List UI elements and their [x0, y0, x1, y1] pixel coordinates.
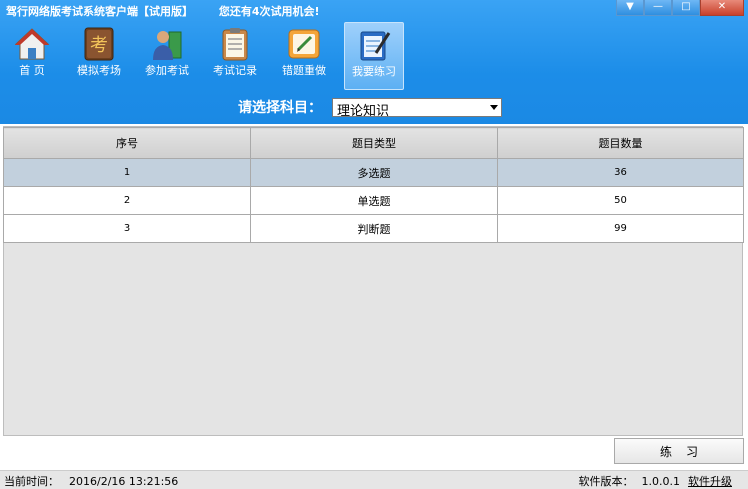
trial-notice: 您还有4次试用机会!	[218, 5, 320, 18]
nav-take-exam-label: 参加考试	[145, 64, 189, 77]
close-button[interactable]: ✕	[700, 0, 744, 16]
cell-type: 判断题	[250, 214, 498, 243]
paper-pencil-icon	[286, 26, 322, 62]
time-value: 2016/2/16 13:21:56	[69, 475, 179, 488]
time-label: 当前时间：	[4, 475, 59, 488]
nav-mock-exam-label: 模拟考场	[77, 64, 121, 77]
version-info: 软件版本： 1.0.0.1 软件升级	[579, 473, 732, 489]
nav-practice[interactable]: 我要练习	[344, 22, 404, 90]
nav-home[interactable]: 首 页	[3, 22, 61, 88]
cell-count: 50	[497, 186, 744, 215]
cell-no: 2	[3, 186, 251, 215]
exam-book-icon: 考	[81, 26, 117, 62]
window-controls: ▼ — □ ✕	[616, 0, 744, 16]
column-header-count[interactable]: 题目数量	[497, 127, 744, 159]
table-row[interactable]: 1 多选题 36	[3, 158, 744, 187]
status-bar: 当前时间： 2016/2/16 13:21:56 软件版本： 1.0.0.1 软件升级	[0, 470, 748, 489]
home-icon	[14, 26, 50, 62]
table-row[interactable]: 3 判断题 99	[3, 214, 744, 243]
nav-redo-wrong-label: 错题重做	[282, 64, 326, 77]
cell-count: 36	[497, 158, 744, 187]
question-table-panel: 序号 题目类型 题目数量 1 多选题 36 2 单选题 50 3 判断题 99	[3, 126, 744, 436]
version-label: 软件版本：	[578, 475, 634, 488]
window-title: 驾行网络版考试系统客户端【试用版】 您还有4次试用机会!	[6, 3, 320, 19]
table-header-row: 序号 题目类型 题目数量	[3, 127, 744, 159]
cell-no: 1	[3, 158, 251, 187]
column-header-no[interactable]: 序号	[3, 127, 251, 159]
nav-practice-label: 我要练习	[352, 65, 396, 78]
subject-dropdown[interactable]: 理论知识	[332, 97, 502, 119]
minimize-button[interactable]: —	[644, 0, 672, 16]
subject-selector: 请选择科目： 理论知识	[238, 97, 502, 119]
app-title: 驾行网络版考试系统客户端【试用版】	[6, 5, 193, 18]
subject-dropdown-value: 理论知识	[337, 103, 390, 119]
cell-type: 单选题	[250, 186, 498, 215]
nav-home-label: 首 页	[19, 64, 45, 77]
nav-redo-wrong[interactable]: 错题重做	[275, 22, 333, 88]
subject-label: 请选择科目：	[238, 100, 322, 116]
upgrade-link[interactable]: 软件升级	[688, 475, 732, 488]
practice-button[interactable]: 练习	[614, 438, 744, 464]
current-time: 当前时间： 2016/2/16 13:21:56	[4, 473, 178, 489]
question-type-table: 序号 题目类型 题目数量 1 多选题 36 2 单选题 50 3 判断题 99	[3, 127, 744, 243]
svg-text:考: 考	[90, 35, 108, 56]
clipboard-icon	[217, 26, 253, 62]
chevron-down-icon[interactable]	[490, 104, 498, 110]
nav-exam-records-label: 考试记录	[213, 64, 257, 77]
maximize-button[interactable]: □	[672, 0, 700, 16]
nav-take-exam[interactable]: 参加考试	[138, 22, 196, 88]
nav-exam-records[interactable]: 考试记录	[206, 22, 264, 88]
nav-mock-exam[interactable]: 考 模拟考场	[70, 22, 128, 88]
cell-type: 多选题	[250, 158, 498, 187]
cell-no: 3	[3, 214, 251, 243]
menu-dropdown-button[interactable]: ▼	[616, 0, 644, 16]
person-book-icon	[149, 26, 185, 62]
version-value: 1.0.0.1	[641, 475, 680, 488]
header-bar: 驾行网络版考试系统客户端【试用版】 您还有4次试用机会! ▼ — □ ✕ 首 页	[0, 0, 748, 124]
table-row[interactable]: 2 单选题 50	[3, 186, 744, 215]
column-header-type[interactable]: 题目类型	[250, 127, 498, 159]
cell-count: 99	[497, 214, 744, 243]
notepad-pen-icon	[356, 27, 392, 63]
